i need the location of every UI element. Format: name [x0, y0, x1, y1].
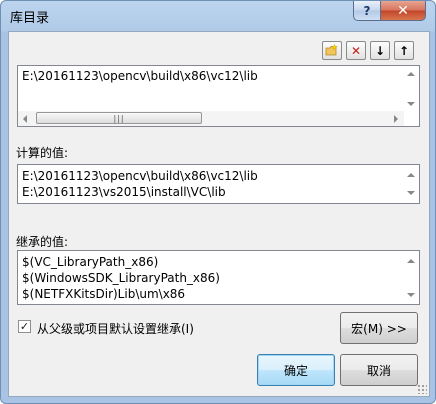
close-icon: ✕ [397, 2, 409, 19]
move-down-button[interactable]: ↓ [370, 41, 390, 60]
window-title: 库目录 [10, 11, 50, 26]
computed-values-label: 计算的值: [16, 146, 69, 160]
edit-list-vscroll[interactable] [404, 66, 419, 113]
inherited-values-label: 继承的值: [16, 235, 69, 249]
scroll-right-icon[interactable] [394, 115, 398, 123]
ok-button-label: 确定 [283, 363, 308, 378]
resize-grip[interactable] [417, 384, 427, 394]
macro-button-label: 宏(M) >> [351, 321, 407, 336]
title-bar[interactable]: 库目录 ? ✕ [1, 1, 435, 29]
move-up-icon: ↑ [398, 43, 410, 58]
computed-line: E:\20161123\vs2015\install\VC\lib [22, 185, 226, 199]
inherited-line: $(WindowsSDK_LibraryPath_x86) [22, 271, 220, 285]
inherited-line: $(VC_LibraryPath_x86) [22, 255, 159, 269]
scroll-down-icon[interactable] [407, 102, 415, 106]
inherited-line: $(NETFXKitsDir)Lib\um\x86 [22, 287, 186, 301]
edit-list-hscroll[interactable]: ||| [18, 111, 404, 126]
edit-list[interactable]: E:\20161123\opencv\build\x86\vc12\lib ||… [17, 65, 420, 127]
scroll-down-icon[interactable] [407, 293, 415, 297]
macro-button[interactable]: 宏(M) >> [340, 312, 418, 344]
delete-line-button[interactable]: ✕ [346, 41, 366, 60]
inherit-checkbox[interactable]: ✓ [18, 320, 31, 333]
help-button[interactable]: ? [353, 1, 381, 21]
help-icon: ? [363, 3, 371, 18]
scroll-up-icon[interactable] [407, 173, 415, 177]
inherited-vscroll[interactable] [404, 251, 419, 304]
edit-list-line[interactable]: E:\20161123\opencv\build\x86\vc12\lib [22, 69, 258, 83]
move-down-icon: ↓ [374, 43, 386, 58]
move-up-button[interactable]: ↑ [394, 41, 414, 60]
delete-icon: ✕ [350, 43, 362, 58]
checkmark-icon: ✓ [19, 320, 30, 333]
dialog-client-area: ✕ ↓ ↑ E:\20161123\opencv\build\x86\vc12\… [8, 31, 430, 397]
computed-line: E:\20161123\opencv\build\x86\vc12\lib [22, 169, 258, 183]
hscroll-thumb[interactable]: ||| [36, 112, 202, 124]
dialog-window: 库目录 ? ✕ ✕ ↓ ↑ E:\20161123\opencv\build\x… [0, 0, 436, 404]
scroll-up-icon[interactable] [407, 72, 415, 76]
computed-values-list[interactable]: E:\20161123\opencv\build\x86\vc12\lib E:… [17, 164, 420, 204]
cancel-button-label: 取消 [366, 363, 391, 378]
scroll-up-icon[interactable] [407, 259, 415, 263]
cancel-button[interactable]: 取消 [340, 354, 418, 386]
ok-button[interactable]: 确定 [257, 354, 335, 386]
scroll-left-icon[interactable] [23, 115, 27, 123]
scroll-down-icon[interactable] [407, 191, 415, 195]
inherit-checkbox-label[interactable]: 从父级或项目默认设置继承(I) [37, 320, 194, 337]
new-line-button[interactable] [322, 41, 342, 60]
computed-vscroll[interactable] [404, 165, 419, 203]
close-button[interactable]: ✕ [380, 1, 426, 21]
inherited-values-list[interactable]: $(VC_LibraryPath_x86) $(WindowsSDK_Libra… [17, 250, 420, 305]
new-folder-icon [325, 44, 338, 56]
